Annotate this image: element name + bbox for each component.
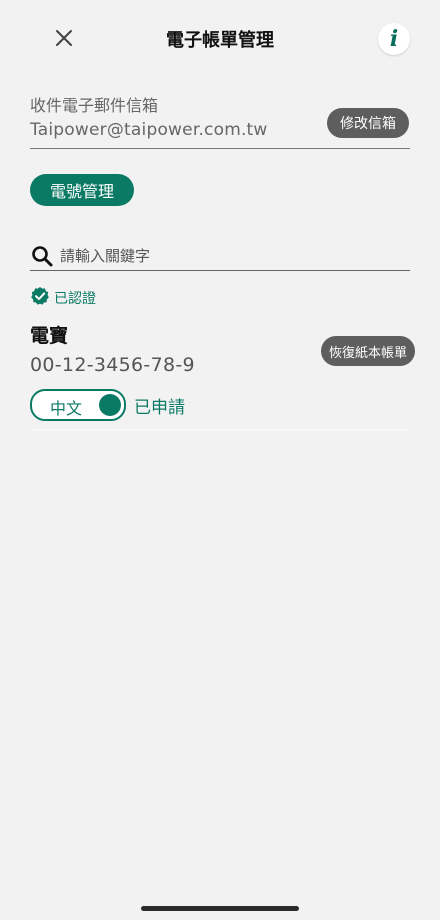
language-toggle-label: 中文 (50, 399, 83, 418)
restore-paper-bill-button[interactable]: 恢復紙本帳單 (321, 336, 415, 366)
account-number: 00-12-3456-78-9 (30, 354, 195, 376)
verified-label: 已認證 (54, 291, 96, 307)
language-toggle[interactable]: 中文 (30, 389, 126, 421)
toggle-knob (99, 394, 121, 416)
info-icon: i (389, 26, 399, 52)
home-indicator (141, 906, 299, 911)
account-manage-button[interactable]: 電號管理 (30, 174, 134, 206)
page-title: 電子帳單管理 (166, 30, 274, 51)
item-divider (30, 429, 410, 430)
info-button[interactable]: i (378, 23, 410, 55)
search-icon[interactable] (30, 244, 54, 268)
email-value: Taipower@taipower.com.tw (30, 120, 268, 140)
apply-status: 已申請 (134, 398, 185, 418)
account-name: 電寶 (30, 325, 69, 347)
search-input[interactable] (60, 244, 406, 268)
email-underline (30, 148, 410, 149)
edit-email-button[interactable]: 修改信箱 (327, 108, 409, 138)
search-underline (30, 270, 410, 271)
check-badge-icon (31, 287, 49, 305)
email-label: 收件電子郵件信箱 (30, 96, 159, 115)
